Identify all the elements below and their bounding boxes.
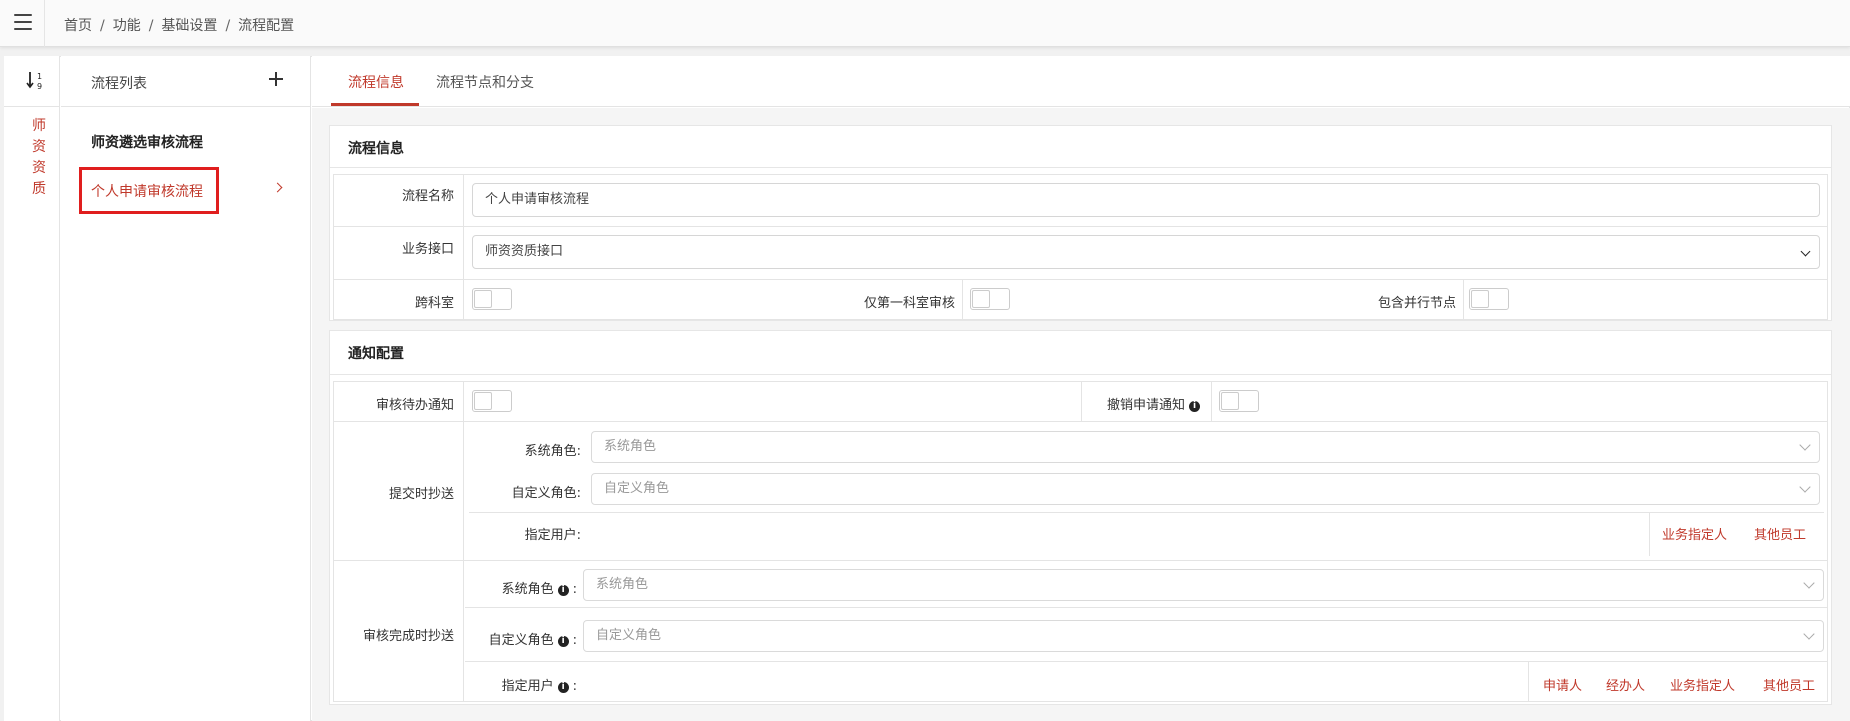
hamburger-menu-icon[interactable] — [14, 14, 32, 30]
complete-system-role-select[interactable]: 系统角色 — [583, 569, 1824, 601]
vertical-tab-char: 师 — [32, 118, 46, 134]
flow-list-item[interactable]: 师资遴选审核流程 — [91, 132, 203, 152]
svg-text:1: 1 — [37, 72, 42, 81]
submit-system-role-label: 系统角色: — [524, 444, 581, 459]
info-circle-icon[interactable]: i — [557, 682, 569, 693]
flow-name-label: 流程名称 — [401, 189, 454, 204]
breadcrumb: 首页 / 功能 / 基础设置 / 流程配置 — [64, 18, 295, 34]
business-interface-label: 业务接口 — [401, 242, 454, 257]
info-circle-icon[interactable]: i — [557, 585, 569, 596]
other-staff-link[interactable]: 其他员工 — [1754, 524, 1806, 543]
info-circle-icon[interactable]: i — [1189, 401, 1200, 412]
complete-cc-label: 审核完成时抄送 — [362, 629, 454, 644]
chevron-down-icon — [1803, 628, 1815, 640]
top-bar: 首页 / 功能 / 基础设置 / 流程配置 — [0, 0, 1850, 47]
vertical-tab-char: 资 — [32, 139, 46, 155]
complete-custom-role-label: 自定义角色 i: — [488, 633, 577, 648]
submit-custom-role-select[interactable]: 自定义角色 — [591, 473, 1820, 505]
business-interface-select[interactable]: 师资资质接口 — [472, 235, 1820, 269]
pending-notify-label: 审核待办通知 — [375, 398, 454, 413]
business-assignee-link[interactable]: 业务指定人 — [1662, 524, 1727, 543]
cancel-notify-label: 撤销申请通知 i — [1082, 394, 1204, 413]
complete-custom-role-select[interactable]: 自定义角色 — [583, 620, 1824, 652]
add-flow-button[interactable] — [269, 72, 283, 86]
parallel-nodes-label: 包含并行节点 — [1377, 296, 1456, 311]
first-dept-only-label: 仅第一科室审核 — [863, 296, 955, 311]
cancel-notify-toggle[interactable] — [1219, 390, 1259, 412]
chevron-down-icon — [1799, 481, 1811, 493]
other-staff-link[interactable]: 其他员工 — [1763, 675, 1815, 694]
complete-user-label: 指定用户 i: — [501, 679, 577, 694]
parallel-nodes-toggle[interactable] — [1469, 288, 1509, 310]
tab-teacher-qualification[interactable]: 师 资 资 质 — [28, 116, 50, 200]
business-assignee-link[interactable]: 业务指定人 — [1670, 675, 1735, 694]
sort-numeric-icon[interactable]: 1 9 — [26, 70, 46, 92]
flow-info-title: 流程信息 — [348, 141, 404, 157]
flow-name-input[interactable]: 个人申请审核流程 — [472, 183, 1820, 217]
applicant-link[interactable]: 申请人 — [1543, 675, 1582, 694]
notify-config-title: 通知配置 — [348, 346, 404, 362]
business-interface-value: 师资资质接口 — [485, 244, 564, 259]
flow-list-panel — [61, 56, 311, 721]
cross-dept-toggle[interactable] — [472, 288, 512, 310]
flow-list-header: 流程列表 — [91, 76, 147, 92]
first-dept-only-toggle[interactable] — [970, 288, 1010, 310]
active-tab-indicator — [331, 103, 419, 106]
chevron-down-icon — [1799, 439, 1811, 451]
breadcrumb-home[interactable]: 首页 — [64, 18, 92, 34]
selection-highlight-box — [79, 167, 219, 214]
breadcrumb-current: 流程配置 — [238, 18, 295, 34]
submit-system-role-select[interactable]: 系统角色 — [591, 431, 1820, 463]
chevron-down-icon — [1803, 577, 1815, 589]
info-circle-icon[interactable]: i — [557, 636, 569, 647]
flow-list-divider — [61, 106, 311, 107]
svg-text:9: 9 — [37, 82, 42, 91]
handler-link[interactable]: 经办人 — [1606, 675, 1645, 694]
breadcrumb-function[interactable]: 功能 — [113, 18, 141, 34]
tab-flow-info[interactable]: 流程信息 — [348, 72, 404, 92]
category-divider — [4, 106, 60, 107]
topbar-divider — [44, 0, 45, 47]
tab-bar — [312, 56, 1850, 107]
submit-custom-role-label: 自定义角色: — [511, 486, 581, 501]
tab-flow-nodes[interactable]: 流程节点和分支 — [436, 72, 534, 92]
pending-notify-toggle[interactable] — [472, 390, 512, 412]
submit-user-label: 指定用户: — [524, 528, 581, 543]
cross-dept-label: 跨科室 — [414, 296, 454, 311]
vertical-tab-char: 质 — [32, 181, 46, 197]
breadcrumb-basic-settings[interactable]: 基础设置 — [161, 18, 217, 34]
complete-system-role-label: 系统角色 i: — [501, 582, 577, 597]
submit-cc-label: 提交时抄送 — [388, 487, 454, 502]
vertical-tab-char: 资 — [32, 160, 46, 176]
chevron-down-icon — [1800, 246, 1811, 257]
